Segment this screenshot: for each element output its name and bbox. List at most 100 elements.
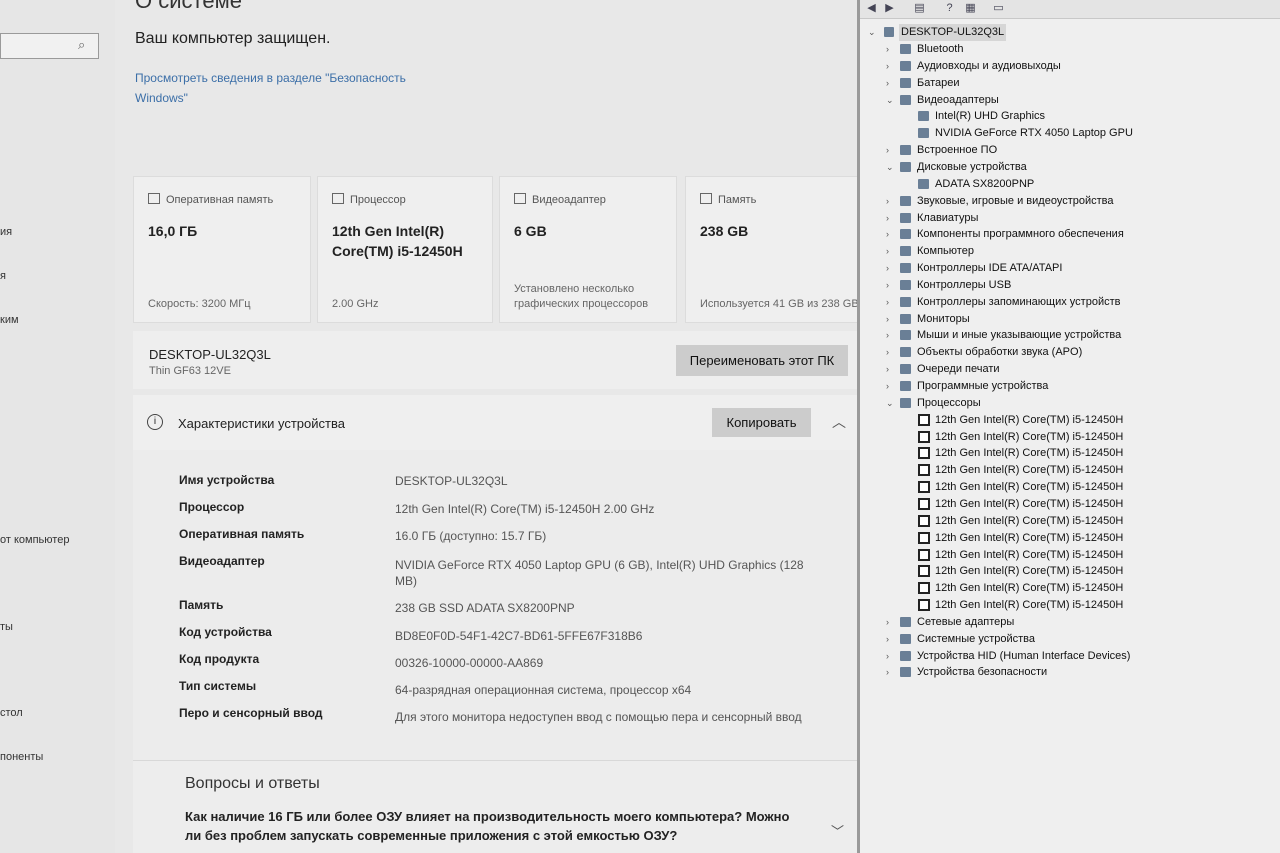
device-item[interactable]: NVIDIA GeForce RTX 4050 Laptop GPU xyxy=(904,125,1260,142)
faq-title: Вопросы и ответы xyxy=(185,775,320,792)
nav-item-2[interactable]: я xyxy=(0,270,6,282)
monitor-icon[interactable]: ▭ xyxy=(991,1,1006,15)
device-category[interactable]: › Программные устройства xyxy=(886,378,1260,395)
expand-chevron-icon[interactable]: › xyxy=(886,664,896,681)
help-icon[interactable]: ? xyxy=(942,1,957,15)
device-item[interactable]: 12th Gen Intel(R) Core(TM) i5-12450H xyxy=(904,496,1260,513)
nav-item-5[interactable]: ты xyxy=(0,621,13,633)
back-arrow-icon[interactable]: ◀ xyxy=(864,1,879,15)
chevron-up-icon[interactable]: ︿ xyxy=(832,412,846,432)
expand-chevron-icon[interactable]: › xyxy=(886,210,896,227)
device-category[interactable]: › Контроллеры запоминающих устройств xyxy=(886,294,1260,311)
expand-chevron-icon[interactable]: › xyxy=(886,226,896,243)
expand-chevron-icon[interactable]: › xyxy=(886,243,896,260)
faq-question[interactable]: Как наличие 16 ГБ или более ОЗУ влияет н… xyxy=(185,807,805,845)
tile-value: 6 GB xyxy=(514,223,547,239)
nav-item-6[interactable]: стол xyxy=(0,707,23,719)
expand-chevron-icon[interactable]: › xyxy=(886,614,896,631)
nav-item-3[interactable]: ким xyxy=(0,314,19,326)
device-category[interactable]: › Клавиатуры xyxy=(886,210,1260,227)
device-item[interactable]: ADATA SX8200PNP xyxy=(904,176,1260,193)
nav-item-7[interactable]: поненты xyxy=(0,751,43,763)
device-item[interactable]: Intel(R) UHD Graphics xyxy=(904,108,1260,125)
device-item[interactable]: 12th Gen Intel(R) Core(TM) i5-12450H xyxy=(904,580,1260,597)
forward-arrow-icon[interactable]: ▶ xyxy=(882,1,897,15)
device-category[interactable]: › Контроллеры USB xyxy=(886,277,1260,294)
security-link[interactable]: Просмотреть сведения в разделе "Безопасн… xyxy=(135,68,435,108)
copy-button[interactable]: Копировать xyxy=(712,408,811,437)
tree-root[interactable]: ⌄ DESKTOP-UL32Q3L xyxy=(868,24,1168,41)
device-category[interactable]: › Звуковые, игровые и видеоустройства xyxy=(886,193,1260,210)
expand-chevron-icon[interactable]: › xyxy=(886,193,896,210)
device-item[interactable]: 12th Gen Intel(R) Core(TM) i5-12450H xyxy=(904,597,1260,614)
expand-chevron-icon[interactable]: › xyxy=(886,311,896,328)
device-item[interactable]: 12th Gen Intel(R) Core(TM) i5-12450H xyxy=(904,547,1260,564)
device-item[interactable]: 12th Gen Intel(R) Core(TM) i5-12450H xyxy=(904,513,1260,530)
device-category[interactable]: › Встроенное ПО xyxy=(886,142,1260,159)
chevron-down-icon[interactable]: ﹀ xyxy=(831,821,844,840)
device-item[interactable]: 12th Gen Intel(R) Core(TM) i5-12450H xyxy=(904,412,1260,429)
device-category[interactable]: › Мониторы xyxy=(886,311,1260,328)
spec-value: 16.0 ГБ (доступно: 15.7 ГБ) xyxy=(395,529,547,543)
properties-icon[interactable]: ▤ xyxy=(912,1,927,15)
collapse-chevron-icon[interactable]: ⌄ xyxy=(886,395,896,412)
device-label: Видеоадаптеры xyxy=(917,94,999,106)
protection-status: Ваш компьютер защищен. xyxy=(135,30,331,47)
device-category[interactable]: › Батареи xyxy=(886,75,1260,92)
device-category[interactable]: › Очереди печати xyxy=(886,361,1260,378)
expand-chevron-icon[interactable]: › xyxy=(886,75,896,92)
collapse-chevron-icon[interactable]: ⌄ xyxy=(868,24,878,41)
expand-chevron-icon[interactable]: › xyxy=(886,344,896,361)
device-icon xyxy=(900,229,911,239)
device-label: 12th Gen Intel(R) Core(TM) i5-12450H xyxy=(935,549,1124,561)
collapse-chevron-icon[interactable]: ⌄ xyxy=(886,92,896,109)
device-category[interactable]: ⌄ Дисковые устройства xyxy=(886,159,1260,176)
device-label: Очереди печати xyxy=(917,363,1000,375)
device-category[interactable]: › Объекты обработки звука (APO) xyxy=(886,344,1260,361)
device-item[interactable]: 12th Gen Intel(R) Core(TM) i5-12450H xyxy=(904,429,1260,446)
device-item[interactable]: 12th Gen Intel(R) Core(TM) i5-12450H xyxy=(904,462,1260,479)
expand-chevron-icon[interactable]: › xyxy=(886,260,896,277)
device-specs-header[interactable]: i Характеристики устройства Копировать ︿ xyxy=(133,395,858,450)
settings-search-input[interactable]: ⌕ xyxy=(0,33,99,59)
device-label: 12th Gen Intel(R) Core(TM) i5-12450H xyxy=(935,464,1124,476)
expand-chevron-icon[interactable]: › xyxy=(886,41,896,58)
processor-icon xyxy=(918,447,930,459)
device-category[interactable]: › Сетевые адаптеры xyxy=(886,614,1260,631)
device-label: Intel(R) UHD Graphics xyxy=(935,110,1046,122)
device-item[interactable]: 12th Gen Intel(R) Core(TM) i5-12450H xyxy=(904,563,1260,580)
device-category[interactable]: › Компоненты программного обеспечения xyxy=(886,226,1260,243)
device-category[interactable]: › Компьютер xyxy=(886,243,1260,260)
device-category[interactable]: › Bluetooth xyxy=(886,41,1260,58)
spec-label: Процессор xyxy=(179,500,245,514)
expand-chevron-icon[interactable]: › xyxy=(886,327,896,344)
expand-chevron-icon[interactable]: › xyxy=(886,58,896,75)
device-item[interactable]: 12th Gen Intel(R) Core(TM) i5-12450H xyxy=(904,530,1260,547)
expand-chevron-icon[interactable]: › xyxy=(886,361,896,378)
collapse-chevron-icon[interactable]: ⌄ xyxy=(886,159,896,176)
device-category[interactable]: ⌄ Видеоадаптеры xyxy=(886,92,1260,109)
device-category[interactable]: › Контроллеры IDE ATA/ATAPI xyxy=(886,260,1260,277)
device-item[interactable]: 12th Gen Intel(R) Core(TM) i5-12450H xyxy=(904,445,1260,462)
nav-item-1[interactable]: ия xyxy=(0,226,12,238)
expand-chevron-icon[interactable]: › xyxy=(886,648,896,665)
spec-label: Видеоадаптер xyxy=(179,554,265,568)
pc-name: DESKTOP-UL32Q3L xyxy=(149,347,271,362)
device-category[interactable]: ⌄ Процессоры xyxy=(886,395,1260,412)
device-category[interactable]: › Аудиовходы и аудиовыходы xyxy=(886,58,1260,75)
expand-chevron-icon[interactable]: › xyxy=(886,631,896,648)
expand-chevron-icon[interactable]: › xyxy=(886,378,896,395)
expand-chevron-icon[interactable]: › xyxy=(886,142,896,159)
device-category[interactable]: › Устройства HID (Human Interface Devices… xyxy=(886,648,1260,665)
device-category[interactable]: › Системные устройства xyxy=(886,631,1260,648)
device-category[interactable]: › Устройства безопасности xyxy=(886,664,1260,681)
tile-title: Оперативная память xyxy=(166,194,274,206)
expand-chevron-icon[interactable]: › xyxy=(886,294,896,311)
device-item[interactable]: 12th Gen Intel(R) Core(TM) i5-12450H xyxy=(904,479,1260,496)
device-label: 12th Gen Intel(R) Core(TM) i5-12450H xyxy=(935,498,1124,510)
device-category[interactable]: › Мыши и иные указывающие устройства xyxy=(886,327,1260,344)
nav-item-4[interactable]: от компьютер xyxy=(0,534,69,546)
view-icon[interactable]: ▦ xyxy=(963,1,978,15)
rename-pc-button[interactable]: Переименовать этот ПК xyxy=(676,345,848,376)
expand-chevron-icon[interactable]: › xyxy=(886,277,896,294)
